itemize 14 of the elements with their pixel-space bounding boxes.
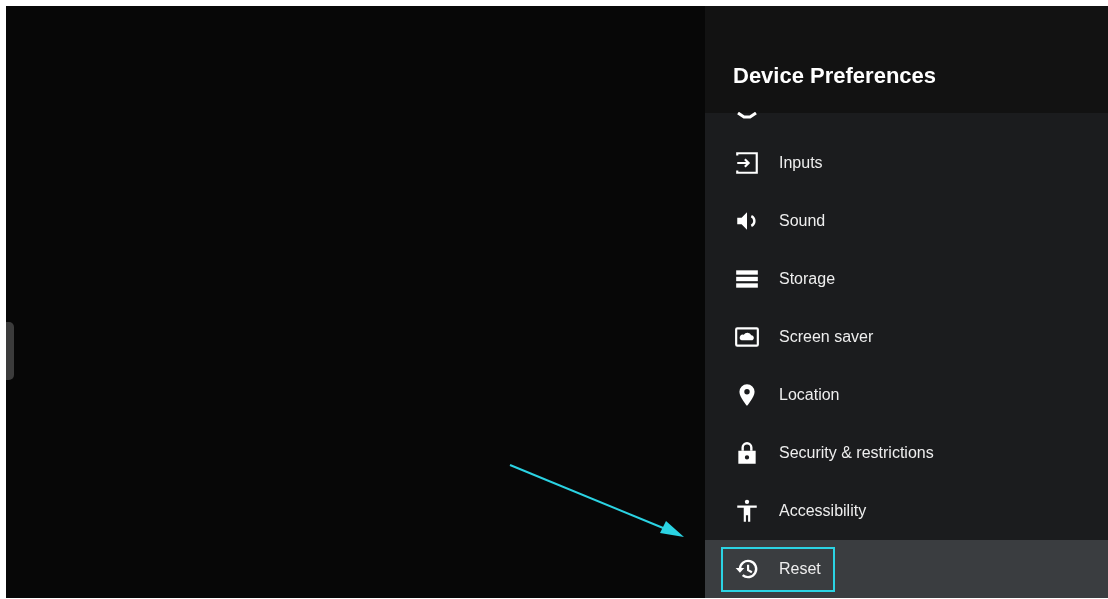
- menu-item[interactable]: Accessibility: [721, 488, 881, 534]
- input-icon: [734, 150, 760, 176]
- menu-item[interactable]: Inputs: [721, 140, 837, 186]
- menu-item[interactable]: Security & restrictions: [721, 430, 948, 476]
- menu-item[interactable]: Screen saver: [721, 314, 888, 360]
- screen-saver-icon: [734, 324, 760, 350]
- menu-item[interactable]: Sound: [721, 198, 840, 244]
- accessibility-icon: [734, 498, 760, 524]
- display-icon: [735, 112, 759, 120]
- menu-item[interactable]: Reset: [721, 546, 835, 592]
- menu-item[interactable]: Storage: [721, 256, 850, 302]
- panel-title: Device Preferences: [733, 63, 937, 89]
- side-handle[interactable]: [6, 322, 14, 380]
- menu-item[interactable]: Location: [721, 372, 854, 418]
